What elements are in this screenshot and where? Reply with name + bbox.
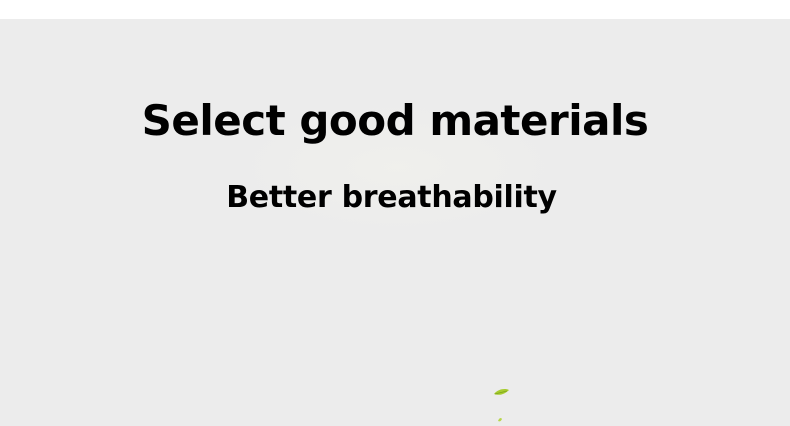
product-detail-page: Select good materials Better breathabili… (0, 0, 790, 426)
banner-subheadline: Better breathability (226, 180, 557, 215)
banner-headline: Select good materials (141, 96, 649, 145)
material-banner: Select good materials Better breathabili… (0, 19, 790, 426)
leaf-icon (494, 389, 509, 422)
